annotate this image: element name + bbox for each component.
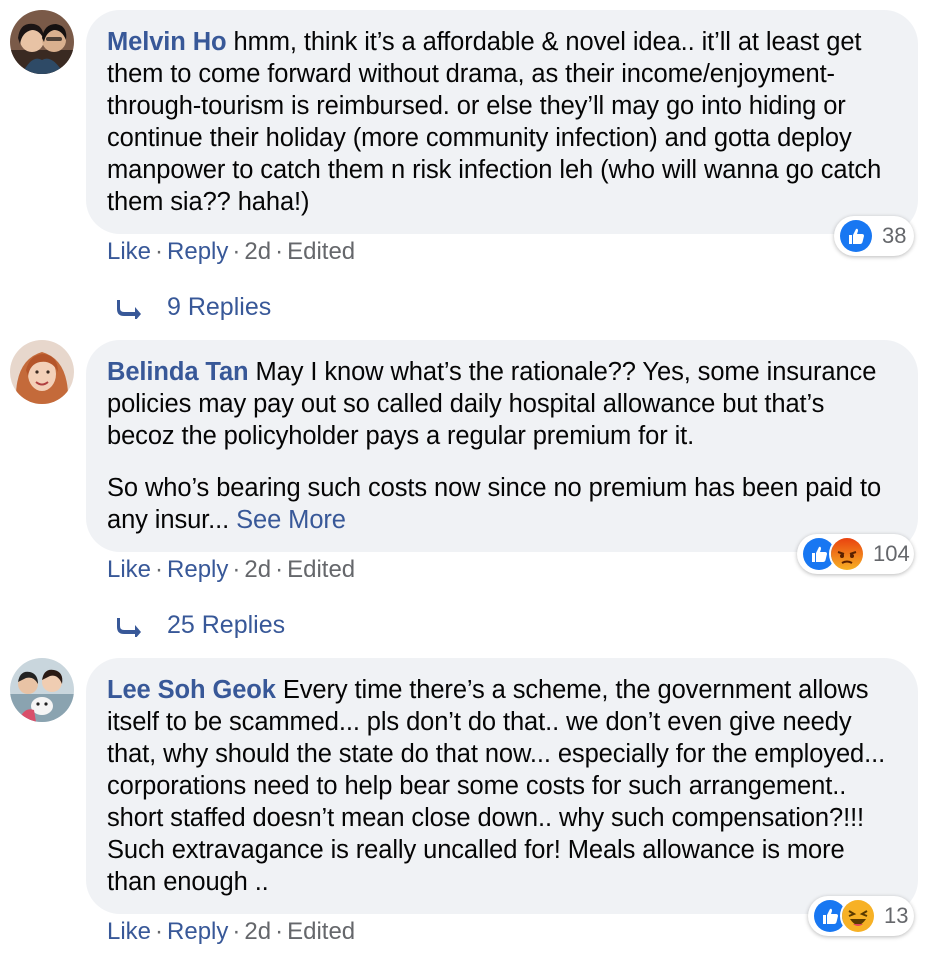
replies-count[interactable]: 25 Replies (167, 611, 285, 640)
reaction-summary[interactable]: 38 (834, 216, 914, 256)
view-replies-link[interactable]: 25 Replies (117, 611, 285, 640)
avatar[interactable] (10, 658, 74, 722)
author-name[interactable]: Belinda Tan (107, 358, 249, 386)
comment-text: Belinda Tan May I know what’s the ration… (107, 356, 894, 452)
like-icon (838, 218, 874, 254)
comment-actions: Like · Reply · 2d · Edited (107, 918, 356, 945)
reaction-icons (812, 898, 876, 934)
comment-actions: Like · Reply · 2d · Edited (107, 556, 356, 583)
author-name[interactable]: Lee Soh Geok (107, 676, 276, 704)
edited-label[interactable]: Edited (287, 238, 355, 265)
comment-body: hmm, think it’s a affordable & novel ide… (107, 28, 882, 216)
like-button[interactable]: Like (107, 918, 151, 945)
comment-text: Lee Soh Geok Every time there’s a scheme… (107, 674, 894, 898)
reply-button[interactable]: Reply (167, 918, 228, 945)
comment-thread: Melvin Ho hmm, think it’s a affordable &… (0, 0, 938, 959)
comment-text: Melvin Ho hmm, think it’s a affordable &… (107, 26, 894, 218)
angry-icon (829, 536, 865, 572)
timestamp[interactable]: 2d (244, 556, 271, 583)
timestamp[interactable]: 2d (244, 238, 271, 265)
replies-count[interactable]: 9 Replies (167, 293, 271, 322)
reaction-icons (801, 536, 865, 572)
haha-icon (840, 898, 876, 934)
reply-button[interactable]: Reply (167, 556, 228, 583)
comment-body: Every time there’s a scheme, the governm… (107, 676, 886, 896)
comment-bubble: Belinda Tan May I know what’s the ration… (86, 340, 918, 552)
like-button[interactable]: Like (107, 238, 151, 265)
reply-arrow-icon (117, 299, 141, 319)
reply-button[interactable]: Reply (167, 238, 228, 265)
avatar[interactable] (10, 10, 74, 74)
edited-label[interactable]: Edited (287, 556, 355, 583)
reaction-count: 38 (882, 223, 907, 248)
reaction-count: 104 (873, 541, 910, 566)
reaction-summary[interactable]: 13 (808, 896, 914, 936)
edited-label[interactable]: Edited (287, 918, 355, 945)
comment-bubble: Lee Soh Geok Every time there’s a scheme… (86, 658, 918, 914)
avatar[interactable] (10, 340, 74, 404)
reaction-icons (838, 218, 874, 254)
reaction-summary[interactable]: 104 (797, 534, 914, 574)
like-button[interactable]: Like (107, 556, 151, 583)
view-replies-link[interactable]: 9 Replies (117, 293, 271, 322)
comment-actions: Like · Reply · 2d · Edited (107, 238, 356, 265)
comment-bubble: Melvin Ho hmm, think it’s a affordable &… (86, 10, 918, 234)
reply-arrow-icon (117, 617, 141, 637)
see-more-link[interactable]: See More (236, 506, 346, 534)
timestamp[interactable]: 2d (244, 918, 271, 945)
comment-body: So who’s bearing such costs now since no… (107, 474, 882, 534)
reaction-count: 13 (884, 903, 909, 928)
author-name[interactable]: Melvin Ho (107, 28, 227, 56)
comment-text: So who’s bearing such costs now since no… (107, 472, 894, 536)
